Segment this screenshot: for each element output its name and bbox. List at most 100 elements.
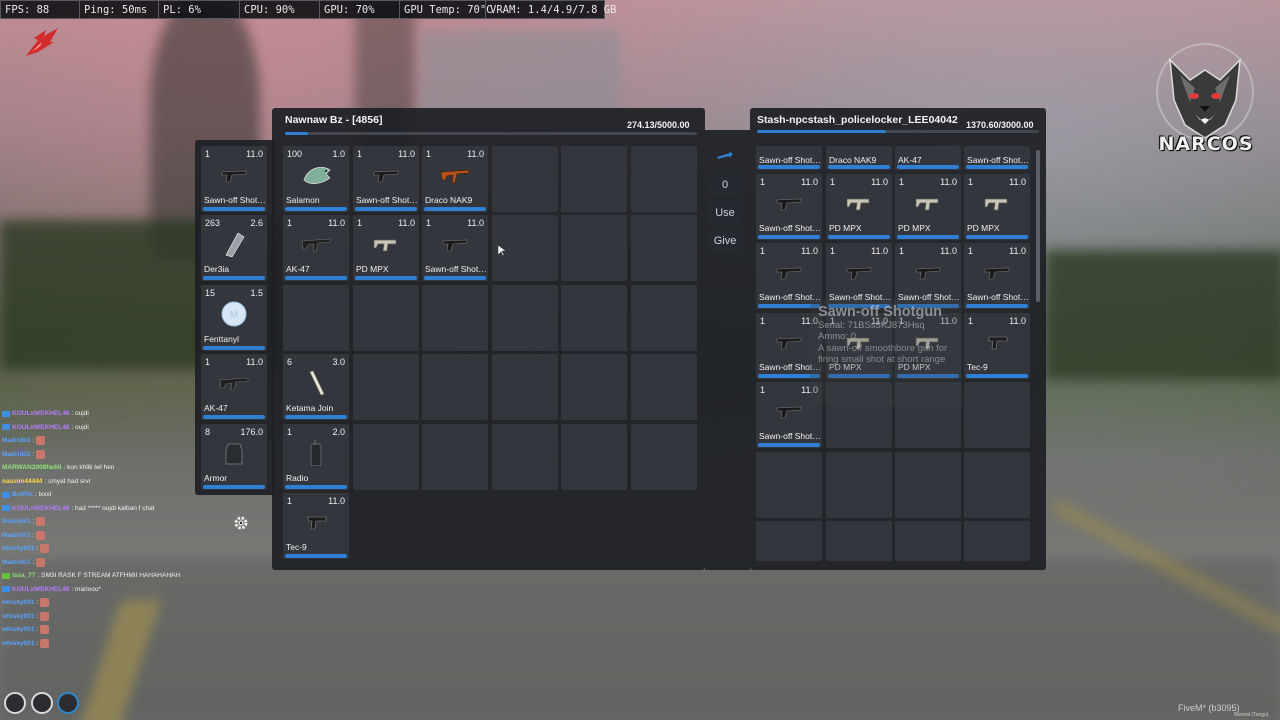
- chat-username: issa_77: [12, 572, 36, 580]
- mouse-cursor-icon: [498, 245, 506, 257]
- inventory-slot-empty[interactable]: [492, 354, 558, 420]
- inventory-slot-empty[interactable]: [826, 521, 892, 561]
- chat-username: KOULxWEKHEL48: [12, 585, 70, 593]
- stash-scrollbar[interactable]: [1036, 150, 1040, 302]
- inventory-slot-empty[interactable]: [895, 521, 961, 561]
- chat-username: Madridii1: [2, 531, 31, 539]
- inventory-slot-empty[interactable]: [895, 452, 961, 518]
- inventory-slot-empty[interactable]: [492, 146, 558, 212]
- inventory-slot-empty[interactable]: [631, 424, 697, 490]
- chat-message: KOULxWEKHEL48: had ***** oujdi kalban f …: [2, 502, 242, 516]
- item-name: PD MPX: [356, 264, 389, 274]
- inventory-slot-filled[interactable]: 1 11.0 PD MPX: [353, 215, 419, 281]
- inventory-slot-empty[interactable]: [492, 285, 558, 351]
- chat-badge-icon: [2, 572, 10, 579]
- inventory-slot-empty[interactable]: [353, 424, 419, 490]
- inventory-slot-empty[interactable]: [353, 285, 419, 351]
- inventory-slot-empty[interactable]: [964, 521, 1030, 561]
- inventory-slot-empty[interactable]: [283, 285, 349, 351]
- item-name: Ketama Join: [286, 403, 334, 413]
- item-quantity: 1: [357, 149, 363, 159]
- shotgun-icon: [915, 267, 941, 280]
- inventory-slot-empty[interactable]: [964, 382, 1030, 448]
- inventory-slot-filled[interactable]: 1 11.0 Sawn-off Shotgun: [756, 174, 822, 240]
- chat-message: Madridii1:: [2, 448, 242, 462]
- item-durability-bar: [285, 554, 347, 558]
- item-name: PD MPX: [898, 223, 931, 233]
- inventory-slot-empty[interactable]: [756, 521, 822, 561]
- smg-icon: [984, 198, 1008, 211]
- fish-icon: [225, 232, 245, 257]
- inventory-slot-filled[interactable]: Draco NAK9: [826, 146, 892, 170]
- inventory-slot-empty[interactable]: [561, 285, 627, 351]
- split-arrow-icon[interactable]: [716, 151, 734, 159]
- item-weight: 11.0: [246, 149, 263, 159]
- item-durability-bar: [355, 276, 417, 280]
- inventory-slot-empty[interactable]: [422, 285, 488, 351]
- inventory-slot-filled[interactable]: 1 11.0 PD MPX: [964, 174, 1030, 240]
- inventory-slot-filled[interactable]: 1 2.0 Radio: [283, 424, 349, 490]
- chat-message: Madridii1:: [2, 529, 242, 543]
- item-name: Fenttanyl: [204, 334, 239, 344]
- inventory-slot-empty[interactable]: [561, 424, 627, 490]
- microphone-icon: [4, 692, 26, 714]
- inventory-slot-empty[interactable]: [561, 215, 627, 281]
- chat-text: :: [32, 437, 35, 445]
- inventory-slot-empty[interactable]: [492, 424, 558, 490]
- use-button[interactable]: Use: [708, 202, 742, 224]
- chat-badge-icon: [2, 410, 10, 417]
- inventory-slot-filled[interactable]: Sawn-off Shotgun: [964, 146, 1030, 170]
- inventory-slot-empty[interactable]: [631, 146, 697, 212]
- shotgun-icon: [984, 267, 1010, 280]
- inventory-slot-filled[interactable]: 100 1.0 Salamon: [283, 146, 349, 212]
- item-durability-bar: [966, 165, 1028, 169]
- chat-message: whisky001:: [2, 596, 242, 610]
- chat-message: BotRix: lxxxl: [2, 488, 242, 502]
- inventory-slot-filled[interactable]: AK-47: [895, 146, 961, 170]
- inventory-slot-filled[interactable]: 6 3.0 Ketama Join: [283, 354, 349, 420]
- inventory-slot-filled[interactable]: 1 11.0 PD MPX: [826, 174, 892, 240]
- inventory-slot-empty[interactable]: [631, 215, 697, 281]
- chat-message: whisky001:: [2, 623, 242, 637]
- inventory-slot-empty[interactable]: [631, 285, 697, 351]
- inventory-slot-empty[interactable]: [353, 354, 419, 420]
- inventory-slot-filled[interactable]: 1 11.0 Draco NAK9: [422, 146, 488, 212]
- perf-packet-loss: PL: 6%: [159, 1, 240, 18]
- amount-input[interactable]: 0: [708, 174, 742, 196]
- chat-username: Madridii1: [2, 518, 31, 526]
- item-durability-bar: [285, 207, 347, 211]
- item-quantity: 1: [968, 246, 974, 256]
- item-durability-bar: [355, 207, 417, 211]
- chat-text: :: [36, 639, 39, 647]
- inventory-slot-filled[interactable]: 263 2.6 Der3ia: [201, 215, 267, 281]
- inventory-slot-empty[interactable]: [756, 452, 822, 518]
- inventory-slot-filled[interactable]: 1 11.0 Sawn-off Shotgun: [422, 215, 488, 281]
- item-name: Sawn-off Shotgun: [204, 195, 266, 205]
- item-name: Tec-9: [967, 362, 988, 372]
- inventory-slot-empty[interactable]: [422, 354, 488, 420]
- inventory-slot-filled[interactable]: 15 1.5 Fenttanyl: [201, 285, 267, 351]
- smg-icon: [373, 239, 397, 252]
- item-weight: 11.0: [1009, 316, 1026, 326]
- item-quantity: 1: [760, 177, 766, 187]
- inventory-slot-filled[interactable]: 1 11.0 Sawn-off Shotgun: [964, 243, 1030, 309]
- item-weight: 1.0: [332, 149, 345, 159]
- inventory-slot-empty[interactable]: [964, 452, 1030, 518]
- inventory-slot-empty[interactable]: [422, 424, 488, 490]
- inventory-slot-filled[interactable]: 1 11.0 AK-47: [283, 215, 349, 281]
- inventory-slot-filled[interactable]: Sawn-off Shotgun: [756, 146, 822, 170]
- give-button[interactable]: Give: [708, 230, 742, 252]
- inventory-slot-filled[interactable]: 1 11.0 Sawn-off Shotgun: [201, 146, 267, 212]
- inventory-slot-empty[interactable]: [826, 452, 892, 518]
- inventory-slot-filled[interactable]: 1 11.0 Tec-9: [283, 493, 349, 559]
- rifle-icon: [301, 238, 331, 252]
- inventory-slot-filled[interactable]: 1 11.0 Sawn-off Shotgun: [353, 146, 419, 212]
- inventory-slot-filled[interactable]: 1 11.0 Tec-9: [964, 313, 1030, 379]
- inventory-slot-empty[interactable]: [561, 354, 627, 420]
- inventory-slot-filled[interactable]: 1 11.0 PD MPX: [895, 174, 961, 240]
- inventory-slot-empty[interactable]: [631, 354, 697, 420]
- chat-text: :: [32, 450, 35, 458]
- chat-text: :: [32, 518, 35, 526]
- item-durability-bar: [424, 276, 486, 280]
- inventory-slot-empty[interactable]: [561, 146, 627, 212]
